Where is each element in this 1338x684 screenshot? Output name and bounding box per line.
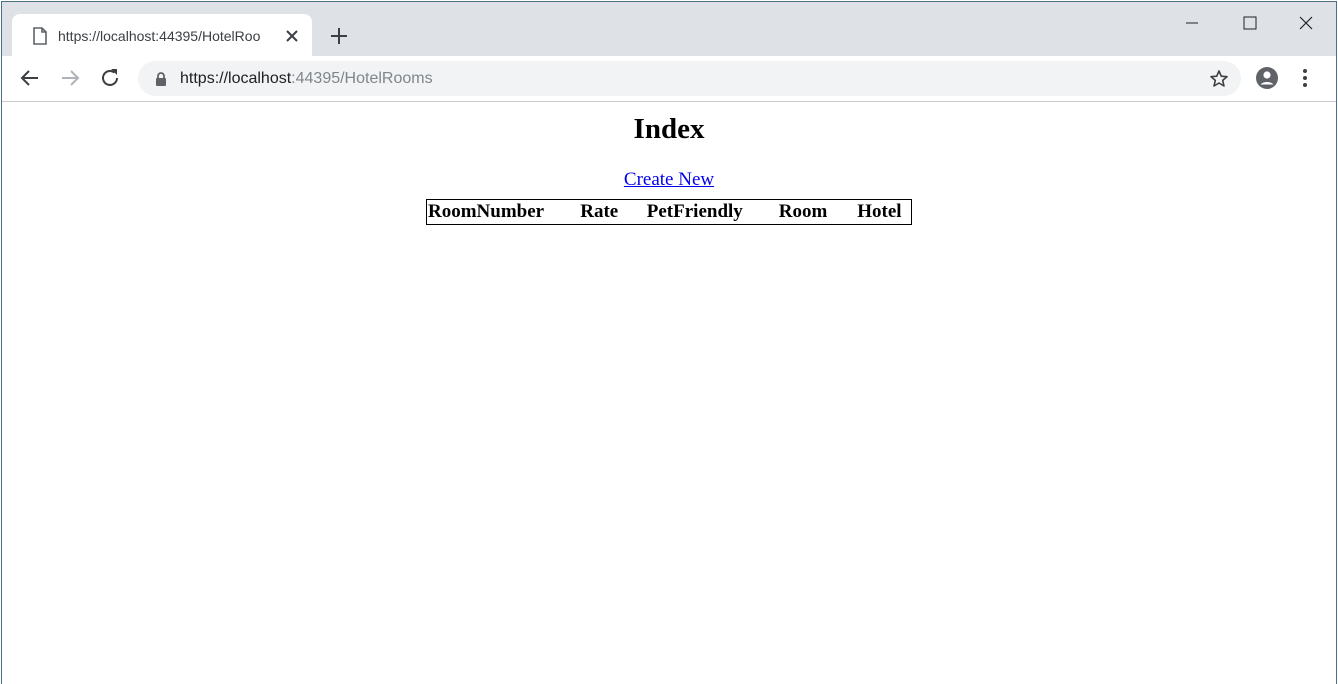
plus-icon[interactable] — [327, 24, 351, 48]
browser-tab[interactable]: https://localhost:44395/HotelRoo — [12, 14, 312, 56]
back-arrow-icon[interactable] — [16, 64, 44, 92]
table-header-row: RoomNumber Rate PetFriendly Room Hotel — [427, 200, 911, 224]
create-new-link[interactable]: Create New — [624, 169, 714, 191]
tab-title: https://localhost:44395/HotelRoo — [58, 28, 261, 44]
close-icon[interactable] — [1283, 8, 1329, 38]
forward-arrow-icon[interactable] — [56, 64, 84, 92]
page-title: Index — [633, 113, 705, 145]
minimize-icon[interactable] — [1169, 8, 1215, 38]
star-icon[interactable] — [1208, 68, 1230, 90]
hotel-rooms-table: RoomNumber Rate PetFriendly Room Hotel — [426, 199, 912, 225]
browser-window: https://localhost:44395/HotelRoo https:/… — [2, 2, 1336, 684]
table-container: RoomNumber Rate PetFriendly Room Hotel — [2, 199, 1336, 225]
url-path: :44395/HotelRooms — [291, 70, 433, 87]
column-header-hotel[interactable]: Hotel — [837, 200, 911, 224]
page-icon — [32, 27, 48, 45]
column-header-room[interactable]: Room — [759, 200, 837, 224]
url-host: https://localhost — [180, 70, 292, 87]
column-header-petfriendly[interactable]: PetFriendly — [627, 200, 759, 224]
close-icon[interactable] — [282, 26, 302, 46]
page-content: Index Create New RoomNumber Rate PetFrie… — [2, 102, 1336, 684]
maximize-icon[interactable] — [1226, 8, 1272, 38]
column-header-roomnumber[interactable]: RoomNumber — [427, 200, 560, 224]
column-header-rate[interactable]: Rate — [560, 200, 627, 224]
reload-icon[interactable] — [96, 64, 124, 92]
menu-dots-icon[interactable] — [1297, 66, 1313, 90]
url-text[interactable]: https://localhost:44395/HotelRooms — [180, 69, 433, 89]
address-bar[interactable]: https://localhost:44395/HotelRooms — [138, 61, 1241, 96]
lock-icon[interactable] — [154, 71, 168, 87]
browser-toolbar: https://localhost:44395/HotelRooms — [2, 56, 1336, 102]
title-bar: https://localhost:44395/HotelRoo — [2, 2, 1336, 56]
profile-icon[interactable] — [1255, 66, 1279, 90]
